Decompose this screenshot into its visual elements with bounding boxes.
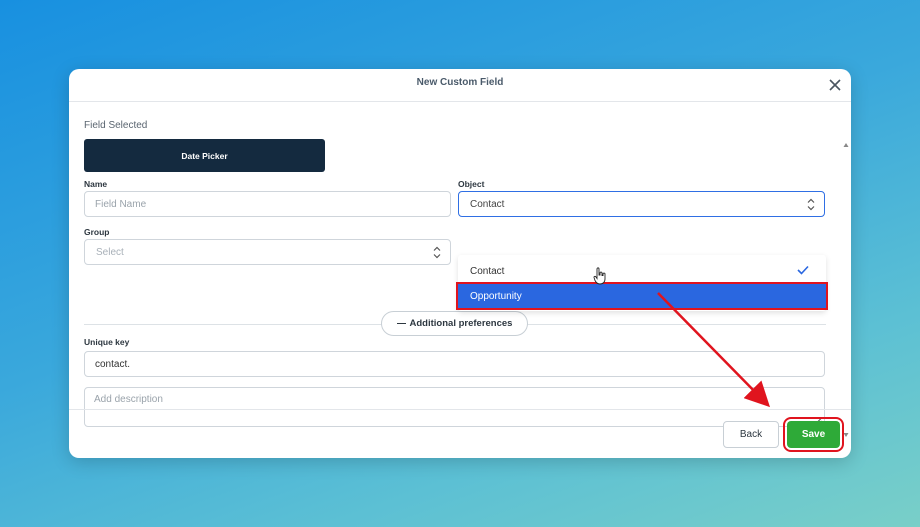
check-icon xyxy=(797,265,809,275)
scrollbar[interactable] xyxy=(842,139,850,441)
name-input[interactable] xyxy=(84,191,451,217)
option-label: Contact xyxy=(470,265,505,277)
unique-key-label: Unique key xyxy=(84,337,130,347)
group-label: Group xyxy=(84,227,110,237)
name-label: Name xyxy=(84,179,108,189)
object-select[interactable]: Contact xyxy=(458,191,825,217)
modal-footer: Back Save xyxy=(69,409,851,458)
modal-header: New Custom Field xyxy=(69,69,851,102)
additional-preferences-label: Additional preferences xyxy=(409,318,513,329)
chevron-updown-icon xyxy=(433,246,441,259)
field-selected-label: Field Selected xyxy=(84,120,148,131)
unique-key-input[interactable] xyxy=(84,351,825,377)
group-select[interactable]: Select xyxy=(84,239,451,265)
additional-preferences-button[interactable]: Additional preferences xyxy=(381,311,528,336)
group-select-placeholder: Select xyxy=(96,246,124,258)
date-picker-button[interactable]: Date Picker xyxy=(84,139,325,172)
close-icon[interactable] xyxy=(827,77,843,93)
dropdown-option-opportunity[interactable]: Opportunity xyxy=(456,282,828,310)
description-placeholder: Add description xyxy=(94,394,163,405)
modal-title: New Custom Field xyxy=(416,77,504,88)
chevron-updown-icon xyxy=(807,198,815,211)
back-button[interactable]: Back xyxy=(723,421,779,448)
option-label: Opportunity xyxy=(470,290,522,302)
minus-icon xyxy=(396,322,406,325)
object-select-value: Contact xyxy=(470,198,505,210)
object-dropdown: Contact Opportunity xyxy=(456,255,828,311)
save-button[interactable]: Save xyxy=(783,417,844,452)
modal-body: Field Selected Date Picker Name Object C… xyxy=(69,103,851,437)
object-label: Object xyxy=(458,179,485,189)
dropdown-option-contact[interactable]: Contact xyxy=(458,259,826,283)
new-custom-field-modal: New Custom Field Field Selected Date Pic… xyxy=(69,69,851,458)
